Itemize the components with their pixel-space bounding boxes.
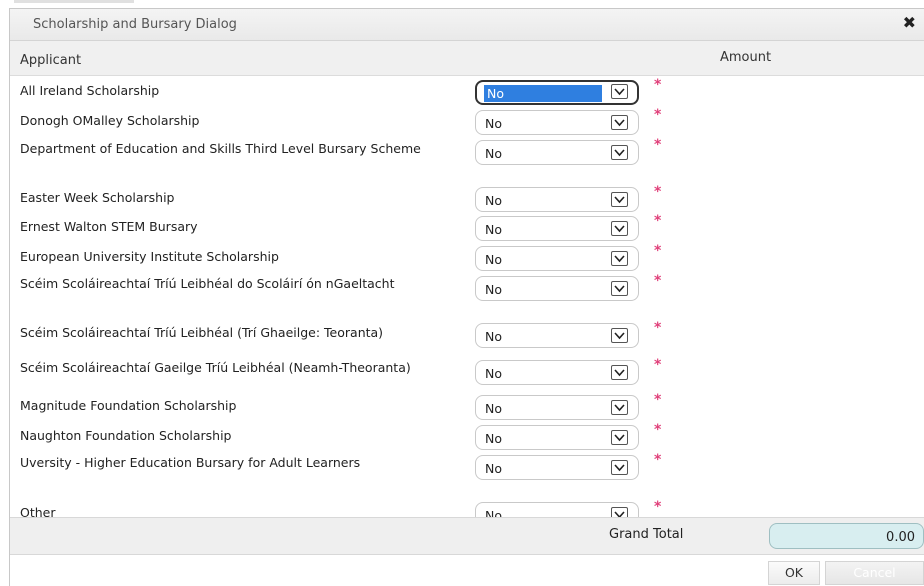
scholarship-dialog: Scholarship and Bursary Dialog ✖ Applica… <box>9 8 924 586</box>
scholarship-label: European University Institute Scholarshi… <box>20 249 279 264</box>
scholarship-label: Scéim Scoláireachtaí Gaeilge Tríú Leibhé… <box>20 360 411 375</box>
scholarship-label: Donogh OMalley Scholarship <box>20 113 200 128</box>
scholarship-label: Ernest Walton STEM Bursary <box>20 219 198 234</box>
amount-select[interactable]: No <box>475 246 639 271</box>
scholarship-label: Scéim Scoláireachtaí Tríú Leibhéal do Sc… <box>20 276 395 291</box>
amount-select[interactable]: No <box>475 110 639 135</box>
select-value: No <box>485 193 502 208</box>
close-icon[interactable]: ✖ <box>903 14 916 32</box>
background-window-strip <box>0 0 924 8</box>
amount-select[interactable]: No <box>475 455 639 480</box>
select-value: No <box>485 461 502 476</box>
select-value: No <box>485 116 502 131</box>
required-marker: * <box>654 499 662 515</box>
chevron-down-icon[interactable] <box>611 430 628 445</box>
grand-total-field: 0.00 <box>769 523 924 549</box>
select-value: No <box>485 282 502 297</box>
scholarship-label: All Ireland Scholarship <box>20 83 160 98</box>
scholarship-label: Magnitude Foundation Scholarship <box>20 398 237 413</box>
select-value: No <box>485 431 502 446</box>
chevron-down-icon[interactable] <box>611 400 628 415</box>
required-marker: * <box>654 243 662 259</box>
grand-total-bar: Grand Total 0.00 <box>10 517 924 555</box>
scholarship-label: Naughton Foundation Scholarship <box>20 428 232 443</box>
required-marker: * <box>654 422 662 438</box>
required-marker: * <box>654 137 662 153</box>
select-value: No <box>485 329 502 344</box>
chevron-down-icon[interactable] <box>611 192 628 207</box>
required-marker: * <box>654 107 662 123</box>
dialog-title: Scholarship and Bursary Dialog <box>33 17 237 32</box>
amount-select[interactable]: No <box>475 216 639 241</box>
chevron-down-icon[interactable] <box>611 365 628 380</box>
amount-select[interactable]: No <box>475 140 639 165</box>
amount-select[interactable]: No <box>475 276 639 301</box>
required-marker: * <box>654 320 662 336</box>
amount-select[interactable]: No <box>475 80 639 105</box>
amount-select[interactable]: No <box>475 323 639 348</box>
dialog-titlebar[interactable]: Scholarship and Bursary Dialog ✖ <box>10 9 924 41</box>
chevron-down-icon[interactable] <box>611 145 628 160</box>
select-value: No <box>485 252 502 267</box>
required-marker: * <box>654 452 662 468</box>
scholarship-label: Uversity - Higher Education Bursary for … <box>20 455 361 470</box>
required-marker: * <box>654 213 662 229</box>
scholarship-label: Scéim Scoláireachtaí Tríú Leibhéal (Trí … <box>20 325 384 340</box>
scholarship-label: Easter Week Scholarship <box>20 190 175 205</box>
select-value: No <box>485 222 502 237</box>
amount-column-header: Amount <box>720 50 772 65</box>
ok-button[interactable]: OK <box>768 561 820 585</box>
select-value: No <box>485 401 502 416</box>
amount-select[interactable]: No <box>475 425 639 450</box>
select-value: No <box>485 146 502 161</box>
required-marker: * <box>654 77 662 93</box>
cancel-button[interactable]: Cancel <box>825 561 924 585</box>
select-value: No <box>484 85 602 102</box>
required-marker: * <box>654 392 662 408</box>
chevron-down-icon[interactable] <box>611 460 628 475</box>
chevron-down-icon[interactable] <box>611 84 628 99</box>
grand-total-label: Grand Total <box>609 527 684 542</box>
amount-select[interactable]: No <box>475 187 639 212</box>
scholarship-label: Department of Education and Skills Third… <box>20 141 421 156</box>
required-marker: * <box>654 357 662 373</box>
chevron-down-icon[interactable] <box>611 281 628 296</box>
column-header: Applicant Amount <box>10 41 924 76</box>
grand-total-value: 0.00 <box>886 530 915 545</box>
amount-select[interactable]: No <box>475 395 639 420</box>
required-marker: * <box>654 184 662 200</box>
required-marker: * <box>654 273 662 289</box>
chevron-down-icon[interactable] <box>611 115 628 130</box>
applicant-column-header: Applicant <box>20 53 82 68</box>
chevron-down-icon[interactable] <box>611 251 628 266</box>
select-value: No <box>485 366 502 381</box>
chevron-down-icon[interactable] <box>611 328 628 343</box>
chevron-down-icon[interactable] <box>611 221 628 236</box>
amount-select[interactable]: No <box>475 360 639 385</box>
